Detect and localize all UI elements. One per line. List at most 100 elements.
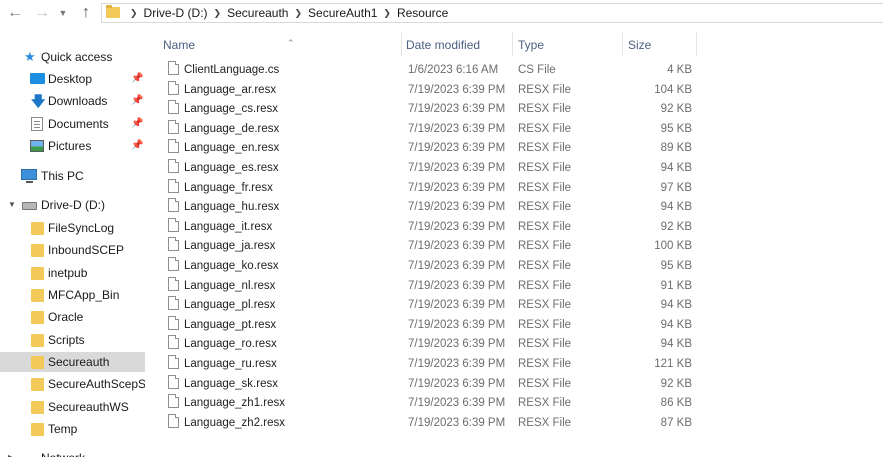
file-row[interactable]: Language_zh2.resx 7/19/2023 6:39 PM RESX F…	[158, 413, 703, 434]
folder-icon	[31, 334, 44, 347]
back-arrow-icon[interactable]: ←	[6, 4, 24, 22]
file-row[interactable]: Language_ja.resx 7/19/2023 6:39 PM RESX Fi…	[158, 237, 703, 257]
file-icon	[168, 80, 179, 95]
file-type: RESX File	[518, 338, 572, 351]
pictures-icon	[30, 140, 44, 152]
nav-downloads[interactable]: 🡇 Downloads 📌	[0, 91, 145, 111]
pin-icon[interactable]: 📌	[131, 91, 143, 111]
file-type: RESX File	[518, 103, 572, 116]
file-row[interactable]: Language_sk.resx 7/19/2023 6:39 PM RESX Fi…	[158, 374, 703, 395]
up-arrow-icon[interactable]: ↑	[77, 4, 95, 22]
nav-folder-item[interactable]: inetpub	[0, 263, 145, 283]
file-row[interactable]: Language_pl.resx 7/19/2023 6:39 PM RESX Fi…	[158, 296, 703, 316]
column-divider[interactable]	[622, 32, 623, 56]
nav-folder-item[interactable]: Oracle	[0, 307, 145, 327]
nav-label: inetpub	[48, 266, 88, 280]
file-name: Language_ro.resx	[184, 338, 277, 351]
file-name: Language_pt.resx	[184, 318, 277, 331]
file-row[interactable]: Language_en.resx 7/19/2023 6:39 PM RESX Fi…	[158, 139, 703, 159]
file-row[interactable]: Language_es.resx 7/19/2023 6:39 PM RESX Fi…	[158, 159, 703, 179]
column-header-label: Name	[163, 38, 196, 52]
file-name: Language_ko.resx	[184, 260, 279, 272]
file-size: 92 KB	[660, 103, 692, 116]
column-divider[interactable]	[512, 32, 513, 56]
nav-folder-item[interactable]: SecureauthWS	[0, 397, 145, 417]
file-row[interactable]: Language_ar.resx 7/19/2023 6:39 PM RESX Fi…	[158, 80, 703, 101]
file-row[interactable]: Language_zh1.resx 7/19/2023 6:39 PM RESX F…	[158, 394, 703, 414]
file-row[interactable]: Language_ru.resx 7/19/2023 6:39 PM RESX Fi…	[158, 355, 703, 375]
file-name: Language_es.resx	[184, 162, 279, 174]
file-row[interactable]: Language_ro.resx 7/19/2023 6:39 PM RESX Fi…	[158, 335, 703, 355]
file-size: 91 KB	[660, 279, 692, 292]
file-icon	[168, 296, 179, 311]
file-row[interactable]: Language_de.resx 7/19/2023 6:39 PM RESX Fi…	[158, 119, 703, 140]
pin-icon[interactable]: 📌	[131, 114, 143, 134]
nav-network-partial[interactable]: ▶ Network	[0, 448, 145, 457]
breadcrumb-item[interactable]: Secureauth	[227, 6, 288, 20]
file-row[interactable]: Language_nl.resx 7/19/2023 6:39 PM RESX Fi…	[158, 276, 703, 297]
star-icon: ★	[24, 49, 36, 64]
nav-folder-item[interactable]: SecureAuthScepSer	[0, 374, 145, 394]
column-divider[interactable]	[401, 32, 402, 56]
nav-folder-item[interactable]: InboundSCEP	[0, 240, 145, 260]
file-size: 95 KB	[660, 122, 692, 135]
file-type: RESX File	[518, 162, 572, 174]
file-type: RESX File	[518, 122, 572, 135]
nav-drive-d[interactable]: ▼ Drive-D (D:)	[0, 195, 145, 215]
nav-desktop[interactable]: Desktop 📌	[0, 69, 145, 89]
nav-folder-item-selected[interactable]: Secureauth	[0, 352, 145, 372]
file-row[interactable]: ClientLanguage.cs 1/6/2023 6:16 AM CS File…	[158, 61, 703, 81]
nav-folder-item[interactable]: Scripts	[0, 330, 145, 350]
file-row[interactable]: Language_hu.resx 7/19/2023 6:39 PM RESX Fi…	[158, 198, 703, 218]
nav-folder-item[interactable]: MFCApp_Bin	[0, 285, 145, 305]
file-icon	[168, 217, 179, 232]
file-size: 4 KB	[667, 64, 692, 76]
nav-label: Quick access	[41, 50, 113, 64]
file-icon	[168, 178, 179, 193]
nav-folder-item[interactable]: FileSyncLog	[0, 218, 145, 238]
breadcrumb-separator-icon[interactable]: ❯	[288, 6, 308, 20]
chevron-right-icon[interactable]: ▶	[8, 448, 14, 457]
file-icon	[168, 237, 179, 252]
chevron-down-icon[interactable]: ▼	[8, 195, 16, 215]
file-type: RESX File	[518, 397, 572, 410]
file-row[interactable]: Language_cs.resx 7/19/2023 6:39 PM RESX Fi…	[158, 100, 703, 120]
nav-this-pc[interactable]: This PC	[0, 166, 145, 186]
nav-pictures[interactable]: Pictures 📌	[0, 136, 145, 156]
breadcrumb-separator-icon[interactable]: ❯	[208, 6, 228, 20]
column-header-name[interactable]: ⌃ Name	[163, 36, 401, 54]
nav-folder-item[interactable]: Temp	[0, 419, 145, 439]
file-row[interactable]: Language_ko.resx 7/19/2023 6:39 PM RESX Fi…	[158, 257, 703, 277]
file-icon	[168, 198, 179, 213]
file-date: 7/19/2023 6:39 PM	[408, 397, 506, 410]
breadcrumb-item[interactable]: Drive-D (D:)	[144, 6, 208, 20]
nav-label: SecureauthWS	[48, 400, 129, 414]
file-row[interactable]: Language_fr.resx 7/19/2023 6:39 PM RESX Fi…	[158, 178, 703, 199]
breadcrumb-separator-icon[interactable]: ❯	[124, 6, 144, 20]
file-type: CS File	[518, 64, 556, 76]
file-row[interactable]: Language_pt.resx 7/19/2023 6:39 PM RESX Fi…	[158, 315, 703, 336]
file-size: 92 KB	[660, 220, 692, 233]
file-type: RESX File	[518, 181, 572, 194]
breadcrumb-item[interactable]: SecureAuth1	[308, 6, 377, 20]
file-row[interactable]: Language_it.resx 7/19/2023 6:39 PM RESX Fi…	[158, 217, 703, 238]
file-date: 7/19/2023 6:39 PM	[408, 142, 506, 155]
recent-locations-chevron-icon[interactable]: ▼	[57, 4, 69, 22]
nav-label: FileSyncLog	[48, 221, 115, 235]
column-divider[interactable]	[696, 32, 697, 56]
breadcrumb-item[interactable]: Resource	[397, 6, 448, 20]
column-header-date[interactable]: Date modified	[406, 36, 510, 54]
file-size: 121 KB	[654, 358, 692, 370]
file-size: 97 KB	[660, 181, 692, 194]
breadcrumb-separator-icon[interactable]: ❯	[377, 6, 397, 20]
pin-icon[interactable]: 📌	[131, 69, 143, 89]
file-date: 1/6/2023 6:16 AM	[408, 64, 499, 76]
nav-label: Temp	[48, 422, 78, 436]
forward-arrow-icon[interactable]: →	[33, 4, 51, 22]
nav-quick-access[interactable]: ★ Quick access	[0, 47, 145, 67]
pin-icon[interactable]: 📌	[131, 136, 143, 156]
nav-documents[interactable]: Documents 📌	[0, 114, 145, 134]
address-bar[interactable]: ❯ Drive-D (D:) ❯ Secureauth ❯ SecureAuth…	[101, 3, 883, 23]
column-header-type[interactable]: Type	[518, 36, 618, 54]
column-header-size[interactable]: Size	[628, 36, 688, 54]
